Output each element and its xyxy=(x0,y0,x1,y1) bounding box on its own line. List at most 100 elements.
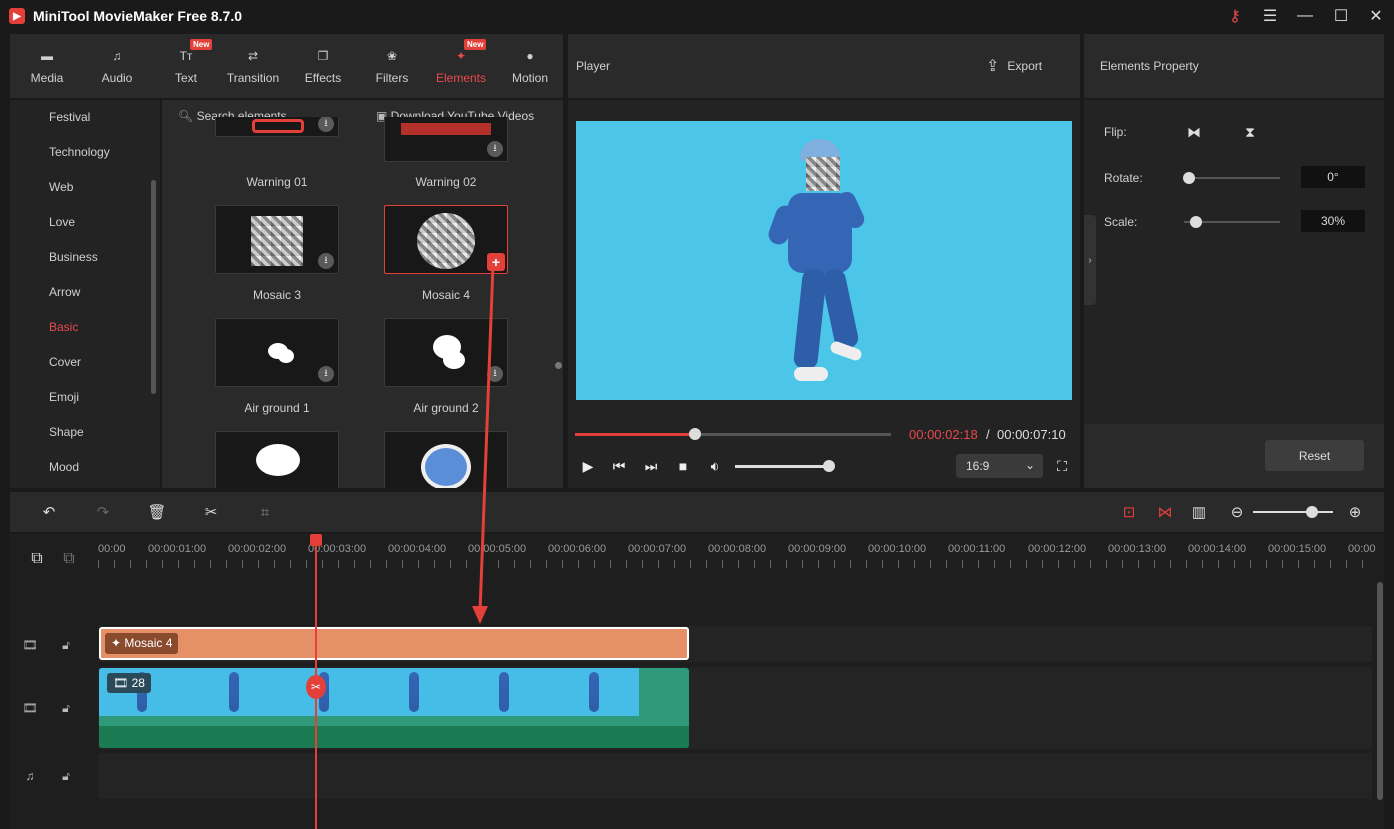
element-card-warning-01[interactable]: ⭳ xyxy=(215,117,339,137)
tab-media[interactable]: ▬ Media xyxy=(13,34,81,98)
category-arrow[interactable]: Arrow xyxy=(49,285,80,299)
previous-frame-icon[interactable]: ⏮ xyxy=(608,457,630,475)
category-emoji[interactable]: Emoji xyxy=(49,390,79,404)
scissors-icon[interactable]: ✂ xyxy=(306,675,326,699)
split-icon[interactable]: ✂ xyxy=(199,502,223,522)
download-icon[interactable]: ⭳ xyxy=(487,141,503,157)
tab-label: Text xyxy=(174,71,197,85)
collapse-panel-toggle[interactable]: › xyxy=(1084,215,1096,305)
stop-icon[interactable]: ■ xyxy=(672,457,694,475)
key-icon[interactable]: ⚷ xyxy=(1222,4,1248,28)
menu-icon[interactable]: ☰ xyxy=(1257,4,1283,28)
playback-progress-handle[interactable] xyxy=(689,428,701,440)
download-icon[interactable]: ⭳ xyxy=(318,117,334,132)
minimize-button[interactable]: — xyxy=(1292,4,1318,28)
tab-text[interactable]: Tт New Text xyxy=(152,34,220,98)
tab-audio[interactable]: ♫ Audio xyxy=(83,34,151,98)
category-web[interactable]: Web xyxy=(49,180,73,194)
element-card-cloud[interactable] xyxy=(215,431,339,488)
element-card-air-ground-1[interactable]: ⭳ xyxy=(215,318,339,387)
element-card-mosaic-3[interactable]: ⭳ xyxy=(215,205,339,274)
volume-handle[interactable] xyxy=(823,460,835,472)
undo-icon[interactable]: ↶ xyxy=(37,502,61,522)
next-frame-icon[interactable]: ⏭ xyxy=(640,457,662,475)
transition-icon: ⇄ xyxy=(247,49,259,63)
category-shape[interactable]: Shape xyxy=(49,425,84,439)
annotation-arrow-head xyxy=(472,606,488,624)
reset-button[interactable]: Reset xyxy=(1265,440,1364,471)
tab-transition[interactable]: ⇄ Transition xyxy=(221,34,285,98)
audio-track xyxy=(98,753,1372,799)
category-festival[interactable]: Festival xyxy=(49,110,90,124)
ruler-tick: 00:00 xyxy=(98,543,126,555)
crop-icon[interactable]: ⌗ xyxy=(253,502,277,522)
category-love[interactable]: Love xyxy=(49,215,75,229)
magnet-icon[interactable]: ⋈ xyxy=(1153,502,1177,522)
thumbnail-figure xyxy=(229,672,239,712)
rotate-value-field[interactable]: 0° xyxy=(1301,166,1365,188)
audio-mixer-icon[interactable]: ▥ xyxy=(1187,502,1211,522)
title-bar: ▶ MiniTool MovieMaker Free 8.7.0 ⚷ ☰ — ☐… xyxy=(0,0,1394,32)
lock-icon[interactable]: 🔓︎ xyxy=(58,637,74,653)
element-clip-name: Mosaic 4 xyxy=(124,636,173,650)
app-logo-icon: ▶ xyxy=(9,8,25,24)
tab-label: Filters xyxy=(375,71,409,85)
music-icon: ♫ xyxy=(25,769,35,783)
video-clip[interactable]: 🎞︎ 28 xyxy=(99,668,689,748)
tab-filters[interactable]: ❀ Filters xyxy=(358,34,426,98)
category-business[interactable]: Business xyxy=(49,250,98,264)
film-icon: 🎞︎ xyxy=(22,701,38,715)
download-icon[interactable]: ⭳ xyxy=(318,366,334,382)
category-mood[interactable]: Mood xyxy=(49,460,79,474)
category-technology[interactable]: Technology xyxy=(49,145,110,159)
category-cover[interactable]: Cover xyxy=(49,355,81,369)
zoom-in-icon[interactable]: ⊕ xyxy=(1343,502,1367,522)
video-preview[interactable] xyxy=(576,121,1072,400)
properties-header: Elements Property xyxy=(1084,34,1384,98)
ruler-tick: 00:00 xyxy=(1348,543,1376,555)
scale-label: Scale: xyxy=(1104,215,1138,229)
flip-label: Flip: xyxy=(1104,125,1127,139)
scale-value-field[interactable]: 30% xyxy=(1301,210,1365,232)
ruler-tick: 00:00:12:00 xyxy=(1028,543,1087,555)
redo-icon[interactable]: ↷ xyxy=(91,502,115,522)
zoom-out-icon[interactable]: ⊖ xyxy=(1225,502,1249,522)
close-button[interactable]: ✕ xyxy=(1363,4,1389,28)
fullscreen-icon[interactable]: ⛶ xyxy=(1051,457,1073,475)
category-basic[interactable]: Basic xyxy=(49,320,78,334)
rotate-label: Rotate: xyxy=(1104,171,1143,185)
maximize-button[interactable]: ☐ xyxy=(1328,4,1354,28)
rotate-slider[interactable] xyxy=(1184,177,1280,179)
flip-vertical-icon[interactable]: ⧗ xyxy=(1239,121,1261,143)
rotate-handle[interactable] xyxy=(1183,172,1195,184)
scale-handle[interactable] xyxy=(1190,216,1202,228)
panel-divider-handle[interactable] xyxy=(555,362,562,369)
ruler-tick: 00:00:10:00 xyxy=(868,543,927,555)
timeline-scrollbar[interactable] xyxy=(1377,582,1383,800)
volume-slider[interactable] xyxy=(735,465,830,468)
timeline-zoom-handle[interactable] xyxy=(1306,506,1318,518)
flip-horizontal-icon[interactable]: ⧓ xyxy=(1183,121,1205,143)
volume-icon[interactable]: 🔉︎ xyxy=(704,457,726,475)
tab-elements[interactable]: ✦ New Elements xyxy=(427,34,495,98)
auto-fit-icon[interactable]: ⊡ xyxy=(1117,502,1141,522)
timeline-zoom-slider[interactable] xyxy=(1253,511,1333,513)
timeline-ruler[interactable]: 00:00 00:00:01:00 00:00:02:00 00:00:03:0… xyxy=(98,534,1376,570)
lock-icon[interactable]: 🔓︎ xyxy=(58,768,74,784)
ruler-tick: 00:00:01:00 xyxy=(148,543,207,555)
tab-effects[interactable]: ❐ Effects xyxy=(289,34,357,98)
lock-icon[interactable]: 🔓︎ xyxy=(58,700,74,716)
download-icon[interactable]: ⭳ xyxy=(318,253,334,269)
remove-track-icon[interactable]: ⧉ xyxy=(61,550,77,567)
play-icon[interactable]: ▶ xyxy=(577,457,599,475)
element-clip-mosaic-4[interactable]: ✦ Mosaic 4 xyxy=(99,627,689,660)
search-icon: 🔍︎ xyxy=(178,109,197,123)
delete-icon[interactable]: 🗑︎ xyxy=(145,502,169,522)
add-track-icon[interactable]: ⧉ xyxy=(29,550,45,567)
playhead-handle[interactable] xyxy=(310,534,322,546)
category-scrollbar[interactable] xyxy=(151,180,156,394)
ruler-tick: 00:00:07:00 xyxy=(628,543,687,555)
tab-motion[interactable]: ● Motion xyxy=(496,34,564,98)
export-button[interactable]: ⇪ Export xyxy=(986,56,1042,76)
aspect-ratio-select[interactable]: 16:9 ⌄ xyxy=(956,454,1043,478)
